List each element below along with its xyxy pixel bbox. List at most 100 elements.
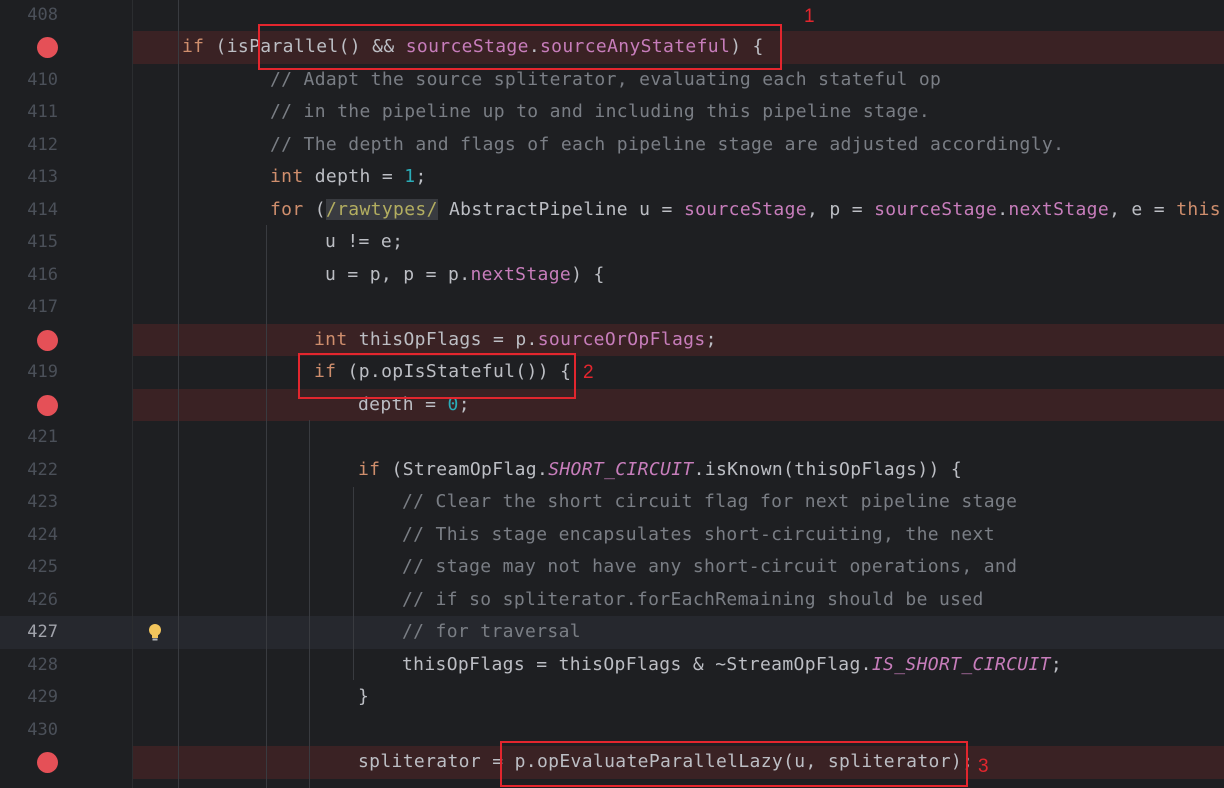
code-token: 1 bbox=[404, 166, 416, 187]
highlight-box bbox=[298, 353, 576, 399]
code-line[interactable]: 413 int depth = 1; bbox=[0, 161, 1224, 194]
indent-guide bbox=[309, 420, 310, 788]
code-line[interactable]: 423 // Clear the short circuit flag for n… bbox=[0, 486, 1224, 519]
code-token: // Clear the short circuit flag for next… bbox=[402, 491, 1018, 512]
line-number: 415 bbox=[27, 232, 58, 252]
line-number: 428 bbox=[27, 654, 58, 675]
code-token: IS_SHORT_CIRCUIT bbox=[871, 653, 1051, 675]
breakpoint-icon[interactable] bbox=[37, 752, 58, 773]
code-text[interactable]: int depth = 1; bbox=[270, 161, 427, 194]
code-token: sourceStage bbox=[683, 198, 807, 220]
code-token: if bbox=[182, 36, 205, 57]
code-text[interactable]: if (StreamOpFlag.SHORT_CIRCUIT.isKnown(t… bbox=[358, 454, 962, 487]
code-token: nextStage bbox=[470, 263, 572, 285]
code-line[interactable]: 422 if (StreamOpFlag.SHORT_CIRCUIT.isKnow… bbox=[0, 453, 1224, 487]
code-text[interactable]: // The depth and flags of each pipeline … bbox=[270, 129, 1064, 162]
code-text[interactable]: u = p, p = p.nextStage) { bbox=[325, 259, 605, 292]
code-token: int bbox=[270, 166, 304, 187]
code-line[interactable]: 425 // stage may not have any short-circu… bbox=[0, 551, 1224, 584]
line-number: 413 bbox=[27, 167, 58, 187]
line-number: 427 bbox=[27, 622, 58, 642]
code-token: sourceOrOpFlags bbox=[537, 328, 706, 350]
code-text[interactable]: u != e; bbox=[325, 226, 403, 259]
code-text[interactable]: } bbox=[358, 681, 369, 714]
highlight-label: 2 bbox=[583, 362, 594, 383]
code-text[interactable]: // stage may not have any short-circuit … bbox=[402, 551, 1017, 584]
breakpoint-icon[interactable] bbox=[37, 329, 58, 351]
code-text[interactable]: // This stage encapsulates short-circuit… bbox=[402, 519, 995, 552]
breakpoint-icon[interactable] bbox=[37, 37, 58, 58]
line-number: 417 bbox=[27, 297, 58, 317]
code-line[interactable]: 428 thisOpFlags = thisOpFlags & ~StreamOp… bbox=[0, 648, 1224, 682]
code-text[interactable]: // for traversal bbox=[402, 616, 581, 649]
code-line[interactable]: 414 for (/rawtypes/ AbstractPipeline u = … bbox=[0, 193, 1224, 227]
line-number: 429 bbox=[27, 687, 58, 707]
gutter-separator bbox=[132, 0, 133, 788]
code-token: u = p, p = p. bbox=[325, 263, 471, 285]
code-editor[interactable]: 408 if (isParallel() && sourceStage.sourc… bbox=[0, 0, 1224, 788]
indent-guide bbox=[178, 0, 179, 788]
code-text[interactable]: int thisOpFlags = p.sourceOrOpFlags; bbox=[314, 324, 717, 357]
code-token: this bbox=[1176, 198, 1221, 220]
line-number: 421 bbox=[27, 427, 58, 447]
code-line[interactable]: 416 u = p, p = p.nextStage) { bbox=[0, 258, 1224, 292]
gutter[interactable] bbox=[0, 388, 132, 421]
code-token: . bbox=[997, 198, 1009, 220]
code-text[interactable]: for (/rawtypes/ AbstractPipeline u = sou… bbox=[270, 194, 1224, 227]
line-number: 414 bbox=[27, 199, 58, 220]
line-number: 425 bbox=[27, 557, 58, 577]
gutter[interactable] bbox=[0, 31, 132, 64]
line-number: 423 bbox=[27, 492, 58, 512]
code-line[interactable]: 412 // The depth and flags of each pipeli… bbox=[0, 128, 1224, 162]
code-text[interactable]: // if so spliterator.forEachRemaining sh… bbox=[402, 584, 984, 617]
gutter[interactable] bbox=[0, 323, 132, 356]
code-token: // The depth and flags of each pipeline … bbox=[270, 133, 1065, 155]
code-token: int bbox=[314, 328, 348, 350]
code-line[interactable]: int thisOpFlags = p.sourceOrOpFlags; bbox=[0, 323, 1224, 357]
gutter[interactable] bbox=[0, 746, 132, 779]
highlight-label: 3 bbox=[978, 756, 989, 777]
breakpoint-icon[interactable] bbox=[37, 394, 58, 416]
line-number: 426 bbox=[27, 589, 58, 610]
line-number: 408 bbox=[27, 4, 58, 25]
code-token: // for traversal bbox=[402, 621, 581, 642]
line-number: 410 bbox=[27, 69, 58, 90]
code-token: AbstractPipeline u = bbox=[437, 198, 684, 220]
line-number: 430 bbox=[27, 719, 58, 740]
code-token: , p = bbox=[807, 198, 875, 220]
highlight-box bbox=[500, 741, 968, 787]
code-token: // This stage encapsulates short-circuit… bbox=[402, 523, 995, 545]
code-token: thisOpFlags = p. bbox=[347, 328, 538, 350]
code-token: for bbox=[270, 198, 304, 220]
code-token: ; bbox=[1050, 653, 1063, 675]
code-token: thisOpFlags = thisOpFlags & ~StreamOpFla… bbox=[402, 653, 872, 675]
code-token: ( bbox=[303, 198, 326, 220]
code-line[interactable]: 411 // in the pipeline up to and includin… bbox=[0, 96, 1224, 129]
code-line[interactable]: depth = 0; bbox=[0, 388, 1224, 421]
code-token: depth = bbox=[303, 166, 405, 187]
code-token: sourceStage bbox=[874, 198, 998, 220]
code-line[interactable]: 415 u != e; bbox=[0, 226, 1224, 259]
code-text[interactable]: thisOpFlags = thisOpFlags & ~StreamOpFla… bbox=[402, 649, 1062, 682]
code-token: SHORT_CIRCUIT bbox=[548, 458, 694, 480]
code-line[interactable]: 424 // This stage encapsulates short-circ… bbox=[0, 518, 1224, 552]
line-number: 411 bbox=[27, 102, 58, 122]
code-line[interactable]: 421 bbox=[0, 421, 1224, 454]
code-text[interactable]: // in the pipeline up to and including t… bbox=[270, 96, 930, 129]
line-number: 422 bbox=[27, 459, 58, 480]
indent-guide bbox=[266, 225, 267, 788]
highlight-label: 1 bbox=[804, 6, 815, 27]
code-line[interactable]: 417 bbox=[0, 291, 1224, 324]
code-text[interactable]: // Clear the short circuit flag for next… bbox=[402, 486, 1017, 519]
code-token: // Adapt the source spliterator, evaluat… bbox=[270, 68, 942, 90]
code-token: /rawtypes/ bbox=[325, 198, 438, 220]
code-line[interactable]: 427 // for traversal bbox=[0, 616, 1224, 649]
code-line[interactable]: 429} bbox=[0, 681, 1224, 714]
code-line[interactable]: 419 if (p.opIsStateful()) { bbox=[0, 356, 1224, 389]
code-token: .isKnown(thisOpFlags)) { bbox=[693, 458, 963, 480]
code-token: // in the pipeline up to and including t… bbox=[270, 101, 931, 122]
line-number: 412 bbox=[27, 134, 58, 155]
lightbulb-icon[interactable] bbox=[147, 623, 163, 642]
code-token: if bbox=[358, 458, 381, 480]
code-line[interactable]: 426 // if so spliterator.forEachRemaining… bbox=[0, 583, 1224, 617]
